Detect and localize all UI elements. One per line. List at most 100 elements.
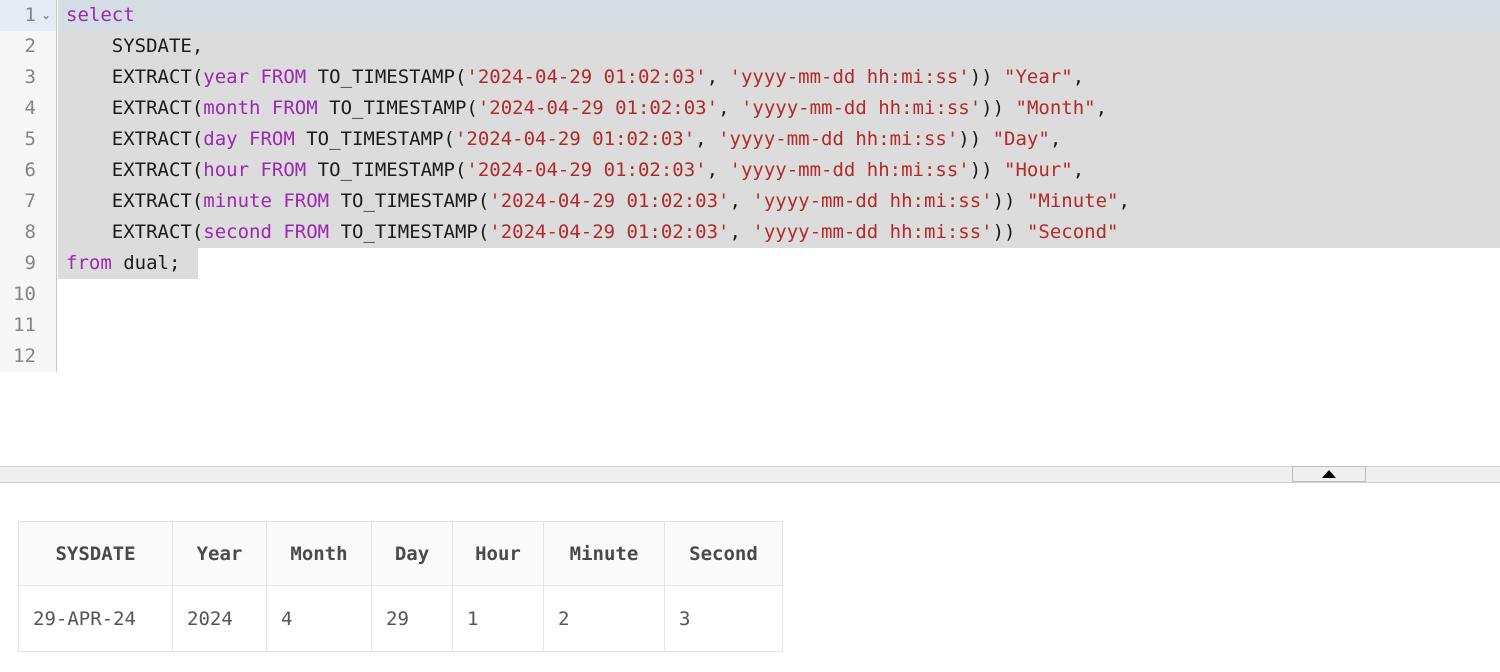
line-number: 7 — [24, 190, 36, 212]
selection-highlight — [58, 0, 1500, 31]
code-token-str: "Day" — [992, 128, 1050, 150]
table-cell[interactable]: 29-APR-24 — [18, 585, 173, 652]
gutter-cell[interactable]: 2 — [0, 31, 57, 62]
column-header[interactable]: Day — [371, 521, 453, 586]
gutter-cell[interactable]: 4 — [0, 93, 57, 124]
sql-editor-pane[interactable]: 1 ⌄ select 2 SYSDATE, 3 EXTRACT(year FROM TO… — [0, 0, 1500, 466]
column-header[interactable]: Year — [172, 521, 267, 586]
pane-splitter[interactable] — [0, 466, 1500, 483]
code-line[interactable]: 5 EXTRACT(day FROM TO_TIMESTAMP('2024-04… — [0, 124, 1500, 155]
code-token-pln: EXTRACT( — [66, 97, 204, 119]
code-line[interactable]: 4 EXTRACT(month FROM TO_TIMESTAMP('2024-… — [0, 93, 1500, 124]
table-cell[interactable]: 4 — [266, 585, 372, 652]
code-token-pln: , — [718, 97, 741, 119]
code-line-content[interactable]: EXTRACT(hour FROM TO_TIMESTAMP('2024-04-… — [58, 155, 1500, 186]
code-line[interactable]: 9 from dual; — [0, 248, 1500, 279]
code-token-kw: minute FROM — [203, 190, 341, 212]
code-line-content[interactable]: EXTRACT(second FROM TO_TIMESTAMP('2024-0… — [58, 217, 1500, 248]
column-header[interactable]: Month — [266, 521, 372, 586]
code-text: EXTRACT(hour FROM TO_TIMESTAMP('2024-04-… — [66, 155, 1084, 186]
line-number: 6 — [24, 159, 36, 181]
code-line[interactable]: 1 ⌄ select — [0, 0, 1500, 31]
gutter-cell[interactable]: 8 — [0, 217, 57, 248]
gutter-cell[interactable]: 9 — [0, 248, 57, 279]
line-number: 9 — [24, 252, 36, 274]
code-line-content[interactable]: select — [58, 0, 1500, 31]
line-number: 4 — [24, 97, 36, 119]
code-token-str: 'yyyy-mm-dd hh:mi:ss' — [752, 221, 993, 243]
code-line-content[interactable]: EXTRACT(month FROM TO_TIMESTAMP('2024-04… — [58, 93, 1500, 124]
code-line-content[interactable] — [58, 341, 1500, 372]
code-token-pln: )) — [992, 221, 1027, 243]
code-token-pln: , — [729, 221, 753, 243]
code-line[interactable]: 3 EXTRACT(year FROM TO_TIMESTAMP('2024-0… — [0, 62, 1500, 93]
column-header[interactable]: Minute — [543, 521, 665, 586]
code-token-pln: , — [695, 128, 719, 150]
code-token-pln: , — [1095, 97, 1108, 119]
code-token-pln: dual; — [123, 252, 181, 274]
code-line-content[interactable]: EXTRACT(day FROM TO_TIMESTAMP('2024-04-2… — [58, 124, 1500, 155]
code-line[interactable]: 12 — [0, 341, 1500, 372]
code-line-content[interactable]: EXTRACT(minute FROM TO_TIMESTAMP('2024-0… — [58, 186, 1500, 217]
code-token-kw: day FROM — [203, 128, 307, 150]
code-line[interactable]: 6 EXTRACT(hour FROM TO_TIMESTAMP('2024-0… — [0, 155, 1500, 186]
gutter-cell[interactable]: 10 — [0, 279, 57, 310]
code-line[interactable]: 11 — [0, 310, 1500, 341]
code-token-kw: month FROM — [203, 97, 330, 119]
code-line[interactable]: 2 SYSDATE, — [0, 31, 1500, 62]
table-cell[interactable]: 29 — [371, 585, 453, 652]
code-token-str: '2024-04-29 01:02:03' — [466, 66, 707, 88]
code-token-str: "Second" — [1026, 221, 1119, 243]
results-table[interactable]: SYSDATE Year Month Day Hour Minute Second 29-A… — [18, 521, 783, 652]
triangle-up-icon — [1322, 470, 1336, 478]
code-token-pln: TO_TIMESTAMP( — [317, 66, 467, 88]
code-token-str: '2024-04-29 01:02:03' — [466, 159, 707, 181]
gutter-cell[interactable]: 7 — [0, 186, 57, 217]
code-token-pln: EXTRACT( — [66, 221, 204, 243]
code-line-content[interactable]: EXTRACT(year FROM TO_TIMESTAMP('2024-04-… — [58, 62, 1500, 93]
gutter-cell[interactable]: 6 — [0, 155, 57, 186]
code-token-pln: , — [1072, 66, 1085, 88]
table-cell[interactable]: 1 — [452, 585, 544, 652]
code-token-str: "Minute" — [1026, 190, 1119, 212]
code-token-str: '2024-04-29 01:02:03' — [489, 190, 730, 212]
scroll-up-button[interactable] — [1292, 466, 1366, 482]
code-token-pln: )) — [969, 159, 1005, 181]
code-token-pln: )) — [958, 128, 993, 150]
code-text: EXTRACT(second FROM TO_TIMESTAMP('2024-0… — [66, 217, 1119, 248]
table-row[interactable]: 29-APR-24 2024 4 29 1 2 3 — [18, 585, 783, 652]
code-token-pln: , — [706, 66, 730, 88]
gutter-cell[interactable]: 12 — [0, 341, 57, 372]
code-lines-container[interactable]: 1 ⌄ select 2 SYSDATE, 3 EXTRACT(year FROM TO… — [0, 0, 1500, 372]
code-line-content[interactable]: SYSDATE, — [58, 31, 1500, 62]
code-token-pln: )) — [969, 66, 1005, 88]
gutter-cell[interactable]: 5 — [0, 124, 57, 155]
table-cell[interactable]: 2 — [543, 585, 665, 652]
code-line[interactable]: 8 EXTRACT(second FROM TO_TIMESTAMP('2024… — [0, 217, 1500, 248]
code-token-str: "Hour" — [1004, 159, 1073, 181]
gutter-cell[interactable]: 1 ⌄ — [0, 0, 57, 31]
code-line-content[interactable] — [58, 279, 1500, 310]
code-text: EXTRACT(minute FROM TO_TIMESTAMP('2024-0… — [66, 186, 1130, 217]
code-token-pln: TO_TIMESTAMP( — [340, 190, 490, 212]
gutter-cell[interactable]: 3 — [0, 62, 57, 93]
line-number: 5 — [24, 128, 36, 150]
code-line-content[interactable] — [58, 310, 1500, 341]
code-line[interactable]: 7 EXTRACT(minute FROM TO_TIMESTAMP('2024… — [0, 186, 1500, 217]
code-line[interactable]: 10 — [0, 279, 1500, 310]
table-cell[interactable]: 3 — [664, 585, 783, 652]
line-number: 11 — [13, 314, 36, 336]
line-number: 8 — [24, 221, 36, 243]
code-token-pln: EXTRACT( — [66, 128, 204, 150]
code-token-pln: TO_TIMESTAMP( — [306, 128, 455, 150]
gutter-cell[interactable]: 11 — [0, 310, 57, 341]
code-token-pln: , — [1072, 159, 1085, 181]
table-cell[interactable]: 2024 — [172, 585, 267, 652]
code-line-content[interactable]: from dual; — [58, 248, 1500, 279]
code-token-str: '2024-04-29 01:02:03' — [489, 221, 730, 243]
column-header[interactable]: SYSDATE — [18, 521, 173, 586]
chevron-down-icon[interactable]: ⌄ — [39, 0, 53, 31]
column-header[interactable]: Second — [664, 521, 783, 586]
query-results-pane: SYSDATE Year Month Day Hour Minute Second 29-A… — [0, 483, 1500, 672]
column-header[interactable]: Hour — [452, 521, 544, 586]
